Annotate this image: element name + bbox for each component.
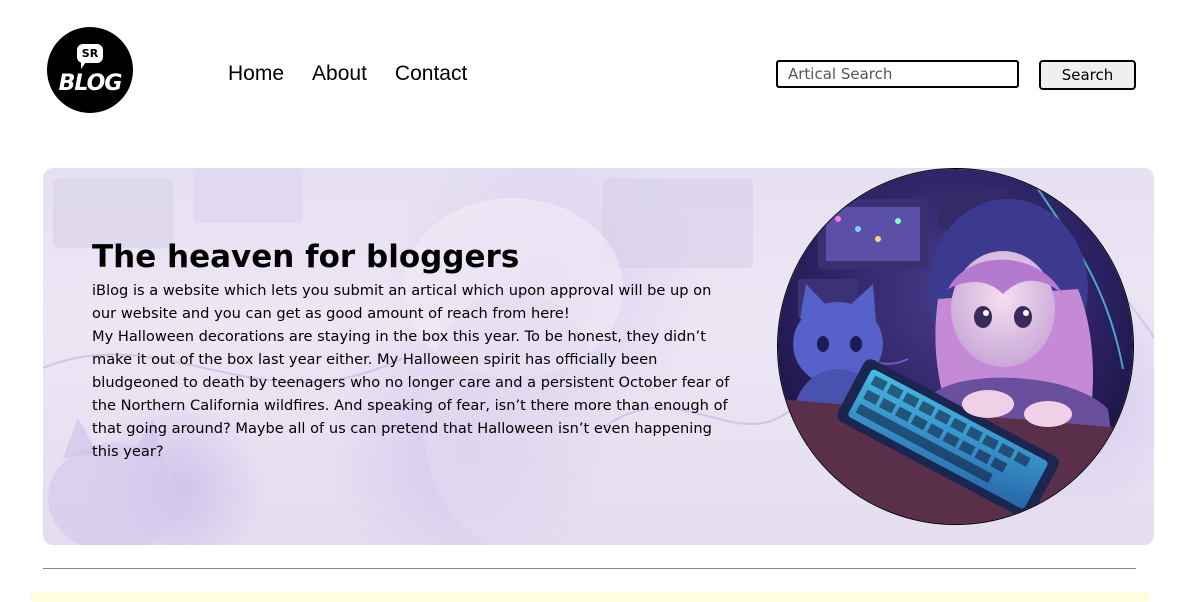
hero-banner: The heaven for bloggers iBlog is a websi… bbox=[43, 168, 1154, 545]
next-section-strip bbox=[30, 592, 1151, 602]
section-divider bbox=[43, 568, 1136, 569]
sr-blog-logo[interactable]: SR BLOG bbox=[47, 27, 133, 113]
nav-about-link[interactable]: About bbox=[312, 60, 367, 88]
hero-illustration bbox=[777, 168, 1134, 525]
logo-text: BLOG bbox=[58, 71, 123, 96]
nav-home-link[interactable]: Home bbox=[228, 60, 284, 88]
site-header: SR BLOG Home About Contact Search bbox=[0, 0, 1199, 150]
nav-contact-link[interactable]: Contact bbox=[395, 60, 467, 88]
logo-speech-bubble: SR bbox=[77, 44, 103, 63]
girl-with-cat-typing-image bbox=[778, 169, 1133, 524]
hero-title: The heaven for bloggers bbox=[92, 239, 520, 275]
hero-paragraph-halloween: My Halloween decorations are staying in … bbox=[92, 328, 730, 460]
search-button[interactable]: Search bbox=[1039, 60, 1136, 90]
article-search-input[interactable] bbox=[776, 60, 1019, 88]
main-nav: Home About Contact bbox=[228, 60, 467, 88]
hero-paragraph-intro: iBlog is a website which lets you submit… bbox=[92, 282, 712, 322]
hero-description: iBlog is a website which lets you submit… bbox=[92, 279, 732, 463]
